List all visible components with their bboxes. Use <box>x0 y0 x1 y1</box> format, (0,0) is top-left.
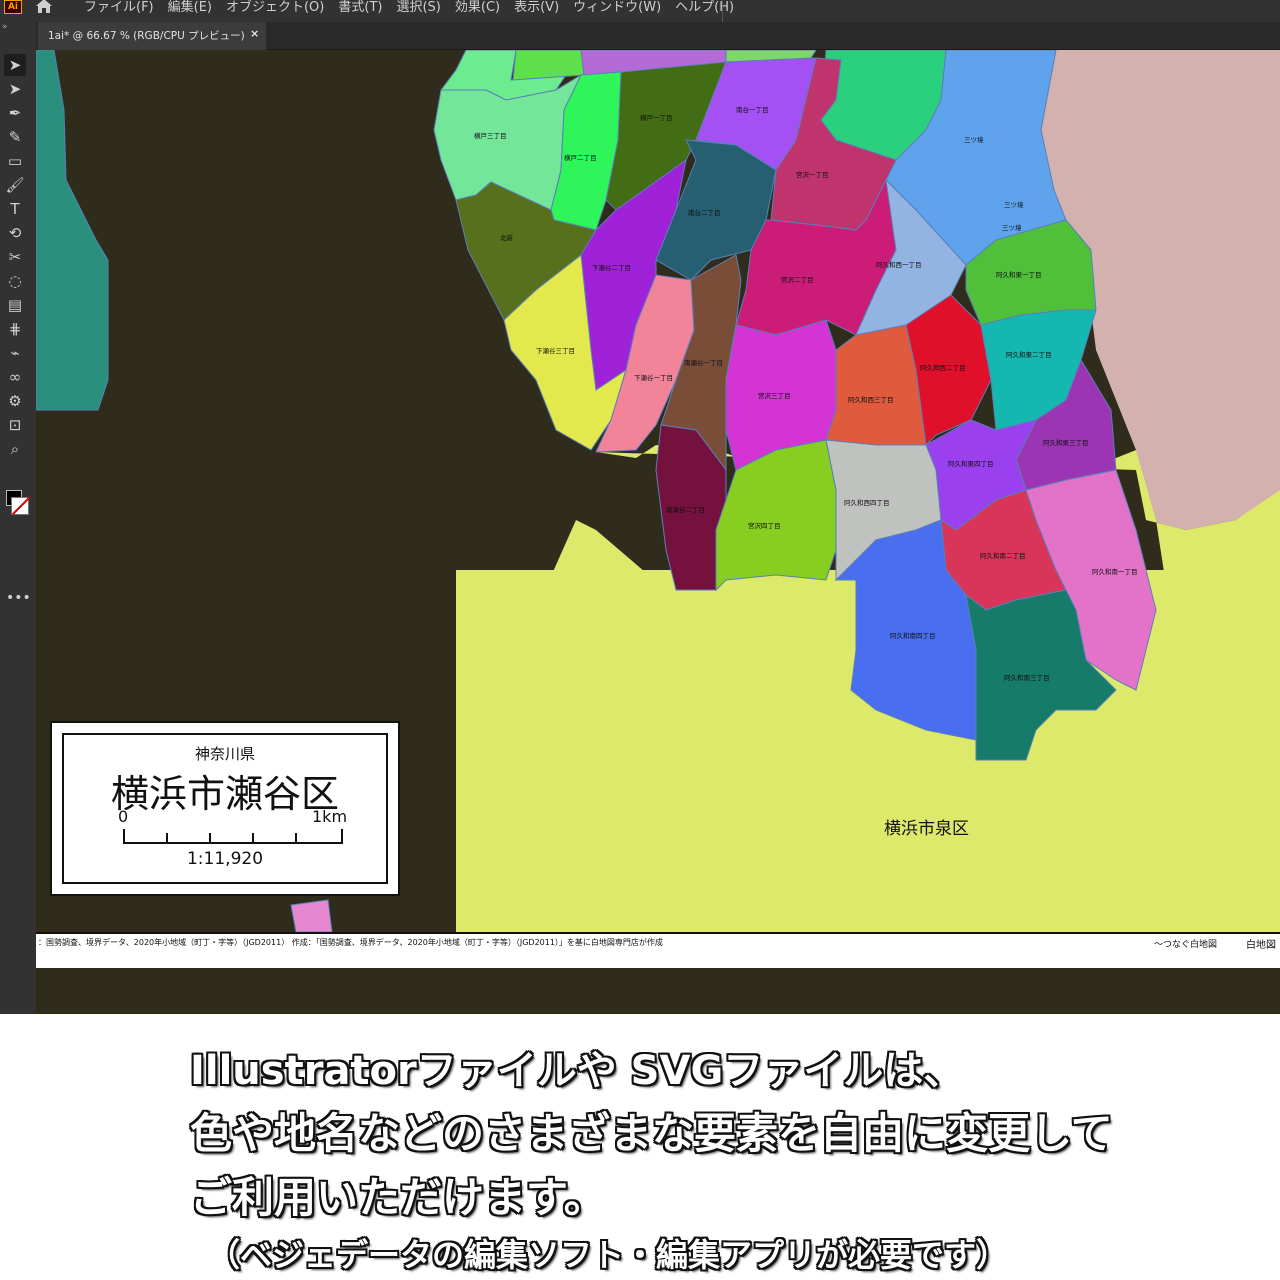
source-attribution: ：国勢調査、境界データ、2020年小地域（町丁・字等）（JGD2011） 作成：… <box>36 932 1280 968</box>
brand-name: 白地図 <box>1246 940 1276 951</box>
ward-label: 阿久和西三丁目 <box>848 395 894 404</box>
menu-effect[interactable]: 効果(C) <box>455 0 500 15</box>
tools-panel: » ➤ ➤ ✒ ✎ ▭ 🖌 T ⟲ ✂ ◌ ▤ ⋕ ⌁ ∞ ⚙ ⊡ ⌕ ••• <box>0 22 36 1014</box>
caption-note: （ベジェデータの編集ソフト・編集アプリが必要です） <box>208 1236 1009 1274</box>
ward-label: 下瀬谷二丁目 <box>592 263 631 272</box>
ward-label: 三ツ境 <box>1002 223 1022 232</box>
ward-label: 下瀬谷三丁目 <box>536 346 575 355</box>
menu-list: ファイル(F) 編集(E) オブジェクト(O) 書式(T) 選択(S) 効果(C… <box>84 0 734 15</box>
close-tab-icon[interactable]: × <box>250 27 259 40</box>
menu-edit[interactable]: 編集(E) <box>168 0 212 15</box>
menu-divider <box>722 0 723 22</box>
ward-label: 阿久和東四丁目 <box>948 459 994 468</box>
ward-label: 阿久和南四丁目 <box>890 631 936 640</box>
ward-label: 三ツ境 <box>1004 200 1024 209</box>
type-tool[interactable]: T <box>4 198 26 220</box>
document-tab-label: 1ai* @ 66.67 % (RGB/CPU プレビュー) <box>48 30 245 42</box>
ward-label: 阿久和東一丁目 <box>996 270 1042 279</box>
mesh-tool[interactable]: ⋕ <box>4 318 26 340</box>
ward-label: 南台一丁目 <box>736 105 769 114</box>
ward-polygon[interactable] <box>290 899 333 933</box>
ward-label: 阿久和西四丁目 <box>844 498 890 507</box>
menu-file[interactable]: ファイル(F) <box>84 0 154 15</box>
ward-label: 下瀬谷一丁目 <box>634 373 673 382</box>
ward-label: 南台二丁目 <box>688 208 721 217</box>
ward-label: 宮沢三丁目 <box>758 391 791 400</box>
menu-view[interactable]: 表示(V) <box>514 0 559 15</box>
map-legend: 神奈川県 横浜市瀬谷区 0 1km 1:11,920 <box>50 721 400 896</box>
prefecture-name: 神奈川県 <box>194 745 255 763</box>
ward-label: 阿久和南三丁目 <box>1004 673 1050 682</box>
ward-label: 阿久和南二丁目 <box>980 551 1026 560</box>
scale-bar <box>123 829 343 844</box>
caption-line-3: ご利用いただけます。 <box>190 1173 606 1222</box>
caption-line-2: 色や地名などのさまざまな要素を自由に変更して <box>190 1109 1113 1158</box>
izumi-ward-label: 横浜市泉区 <box>884 819 969 839</box>
caption-line-1: Illustratorファイルや SVGファイルは、 <box>190 1048 964 1094</box>
menu-type[interactable]: 書式(T) <box>338 0 382 15</box>
ward-label: 南瀬谷一丁目 <box>684 358 723 367</box>
document-tab[interactable]: 1ai* @ 66.67 % (RGB/CPU プレビュー) × <box>38 22 266 50</box>
eyedropper-tool[interactable]: ⌁ <box>4 342 26 364</box>
zoom-tool[interactable]: ⌕ <box>4 438 26 460</box>
ward-label: 宮沢二丁目 <box>781 275 814 284</box>
legend-frame: 神奈川県 横浜市瀬谷区 0 1km 1:11,920 <box>62 733 388 884</box>
scale-start-label: 0 <box>118 807 129 826</box>
ward-label: 阿久和西一丁目 <box>876 260 922 269</box>
menu-select[interactable]: 選択(S) <box>396 0 440 15</box>
ward-label: 宮沢四丁目 <box>748 521 781 530</box>
ward-label: 阿久和西二丁目 <box>920 363 966 372</box>
rotate-tool[interactable]: ⟲ <box>4 222 26 244</box>
ward-label: 宮沢一丁目 <box>796 170 829 179</box>
direct-selection-tool[interactable]: ➤ <box>4 78 26 100</box>
illustrator-logo: Ai <box>4 0 22 14</box>
ward-label: 横戸一丁目 <box>640 113 673 122</box>
artboard-canvas[interactable]: 横戸三丁目 横戸二丁目 横戸一丁目 南台一丁目 三ツ境 北新 南台二丁目 宮沢一… <box>36 50 1280 1014</box>
paintbrush-tool[interactable]: 🖌 <box>4 174 26 196</box>
scale-ratio: 1:11,920 <box>186 849 264 869</box>
selection-tool[interactable]: ➤ <box>4 54 26 76</box>
menu-window[interactable]: ウィンドウ(W) <box>573 0 661 15</box>
home-icon[interactable] <box>34 0 54 14</box>
more-tools-icon[interactable]: ••• <box>6 590 31 606</box>
rectangle-tool[interactable]: ▭ <box>4 150 26 172</box>
gradient-tool[interactable]: ▤ <box>4 294 26 316</box>
menu-bar: Ai ファイル(F) 編集(E) オブジェクト(O) 書式(T) 選択(S) 効… <box>0 0 1280 22</box>
source-text: ：国勢調査、境界データ、2020年小地域（町丁・字等）（JGD2011） 作成：… <box>38 938 663 947</box>
ward-label: 横戸二丁目 <box>564 153 597 162</box>
ward-label: 阿久和南一丁目 <box>1092 567 1138 576</box>
pen-tool[interactable]: ✒ <box>4 102 26 124</box>
ward-label: 阿久和東二丁目 <box>1006 350 1052 359</box>
panel-grip-icon[interactable]: » <box>2 22 8 32</box>
scale-end-label: 1km <box>312 807 348 826</box>
ward-label: 三ツ境 <box>964 135 984 144</box>
curvature-tool[interactable]: ✎ <box>4 126 26 148</box>
ward-polygon[interactable] <box>512 50 585 81</box>
menu-object[interactable]: オブジェクト(O) <box>226 0 324 15</box>
caption-area: Illustratorファイルや SVGファイルは、 色や地名などのさまざまな要… <box>0 1014 1280 1280</box>
blend-tool[interactable]: ∞ <box>4 366 26 388</box>
ward-label: 横戸三丁目 <box>474 131 507 140</box>
ward-label: 南瀬谷二丁目 <box>666 505 705 514</box>
stroke-color-swatch[interactable] <box>11 497 29 515</box>
ward-label: 阿久和東三丁目 <box>1043 438 1089 447</box>
artboard-tool[interactable]: ⊡ <box>4 414 26 436</box>
lasso-tool[interactable]: ◌ <box>4 270 26 292</box>
scissors-tool[interactable]: ✂ <box>4 246 26 268</box>
document-tab-bar: 1ai* @ 66.67 % (RGB/CPU プレビュー) × <box>36 22 1280 50</box>
menu-help[interactable]: ヘルプ(H) <box>675 0 734 15</box>
symbol-sprayer-tool[interactable]: ⚙ <box>4 390 26 412</box>
brand-logo-text: 〜つなぐ白地図 <box>1154 940 1218 950</box>
ward-label: 北新 <box>500 233 514 242</box>
